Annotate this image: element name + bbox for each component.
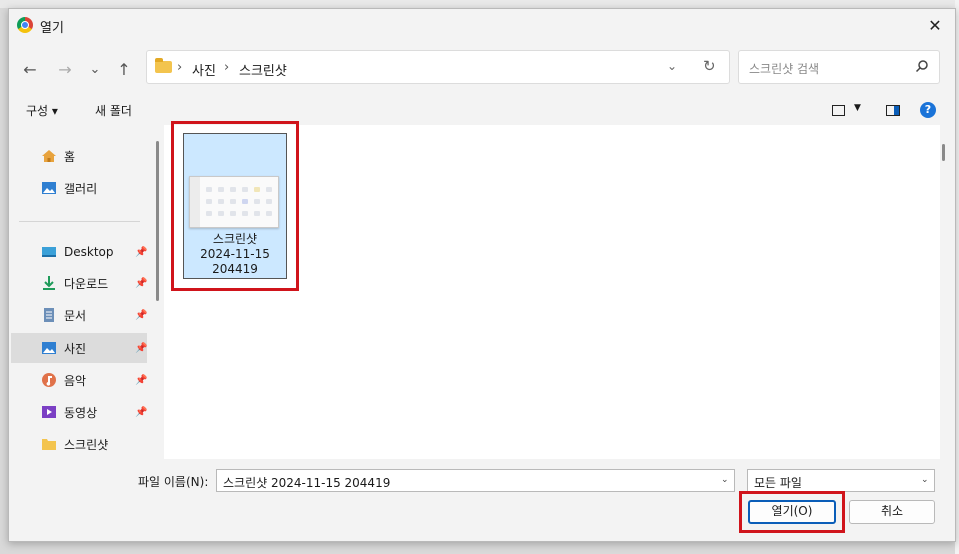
- new-folder-button[interactable]: 새 폴더: [95, 102, 132, 119]
- sidebar-item-gallery[interactable]: 갤러리: [11, 173, 147, 203]
- up-button[interactable]: ↑: [111, 57, 137, 81]
- sidebar-item-label: 문서: [64, 308, 87, 323]
- breadcrumb-pictures[interactable]: 사진: [192, 60, 216, 79]
- pin-icon: 📌: [135, 309, 148, 321]
- window-title: 열기: [40, 21, 64, 36]
- video-icon: [42, 406, 56, 418]
- sidebar-item-label: 스크린샷: [64, 437, 109, 452]
- close-button[interactable]: ✕: [915, 9, 955, 41]
- download-icon: [43, 276, 55, 290]
- search-icon: [915, 60, 928, 73]
- view-dropdown-icon[interactable]: ▼: [854, 103, 861, 113]
- folder-icon: [155, 58, 172, 73]
- search-input[interactable]: 스크린샷 검색: [738, 50, 940, 84]
- filename-dropdown-icon[interactable]: ⌄: [721, 475, 729, 485]
- navigation-pane: 홈 갤러리 Desktop 📌 다운로드 📌 문서 📌 사진 📌 음악 📌 동영…: [9, 125, 161, 459]
- sidebar-item-label: 사진: [64, 341, 87, 356]
- pin-icon: 📌: [135, 374, 148, 386]
- file-type-select[interactable]: 모든 파일: [747, 469, 935, 492]
- sidebar-item-screenshots[interactable]: 스크린샷: [11, 429, 147, 459]
- open-file-dialog: 열기 ✕ ← → ⌄ ↑ › 사진 › 스크린샷 ⌄ ↻ 스크린샷 검색 구성 …: [8, 8, 956, 542]
- breadcrumb-screenshots[interactable]: 스크린샷: [239, 60, 287, 79]
- cancel-button[interactable]: 취소: [849, 500, 935, 524]
- address-dropdown-icon[interactable]: ⌄: [667, 59, 677, 73]
- sidebar-item-pictures[interactable]: 사진 📌: [11, 333, 147, 363]
- sidebar-item-label: 홈: [64, 149, 76, 164]
- help-icon[interactable]: ?: [920, 102, 936, 118]
- search-placeholder: 스크린샷 검색: [749, 62, 820, 76]
- sidebar-item-label: 갤러리: [64, 181, 98, 196]
- breadcrumb-separator: ›: [177, 60, 183, 75]
- filename-input[interactable]: 스크린샷 2024-11-15 204419: [216, 469, 735, 492]
- filename-label: 파일 이름(N):: [138, 475, 209, 489]
- pin-icon: 📌: [135, 277, 148, 289]
- command-bar: 구성 ▾ 새 폴더 ▼ ?: [9, 95, 955, 125]
- folder-icon: [42, 439, 56, 450]
- breadcrumb-separator: ›: [224, 60, 230, 75]
- back-button[interactable]: ←: [17, 57, 43, 81]
- background-strip: [0, 0, 959, 8]
- sidebar-item-videos[interactable]: 동영상 📌: [11, 397, 147, 427]
- organize-button[interactable]: 구성 ▾: [26, 102, 58, 119]
- pin-icon: 📌: [135, 246, 148, 258]
- chrome-logo-icon: [17, 17, 33, 33]
- title-bar: 열기 ✕: [9, 9, 955, 41]
- pin-icon: 📌: [135, 342, 148, 354]
- pictures-icon: [42, 342, 56, 354]
- sidebar-scrollbar[interactable]: [156, 141, 159, 301]
- sidebar-item-downloads[interactable]: 다운로드 📌: [11, 268, 147, 298]
- sidebar-item-label: 음악: [64, 373, 87, 388]
- sidebar-divider: [19, 221, 140, 222]
- sidebar-item-label: Desktop: [64, 245, 114, 259]
- content-scrollbar[interactable]: [942, 144, 945, 161]
- home-icon: [42, 150, 56, 162]
- forward-button[interactable]: →: [52, 57, 78, 81]
- pin-icon: 📌: [135, 406, 148, 418]
- refresh-icon[interactable]: ↻: [703, 57, 716, 75]
- sidebar-item-desktop[interactable]: Desktop 📌: [11, 237, 147, 267]
- gallery-icon: [42, 182, 56, 194]
- preview-pane-icon[interactable]: [886, 105, 900, 116]
- desktop-icon: [42, 247, 56, 257]
- address-bar[interactable]: › 사진 › 스크린샷 ⌄ ↻: [146, 50, 730, 84]
- file-type-dropdown-icon[interactable]: ⌄: [921, 475, 929, 485]
- highlight-box-file: [171, 121, 299, 291]
- sidebar-item-music[interactable]: 음악 📌: [11, 365, 147, 395]
- highlight-box-open: [739, 491, 845, 533]
- music-icon: [42, 373, 56, 387]
- document-icon: [44, 308, 54, 322]
- sidebar-item-home[interactable]: 홈: [11, 141, 147, 171]
- sidebar-item-documents[interactable]: 문서 📌: [11, 300, 147, 330]
- sidebar-item-label: 다운로드: [64, 276, 109, 291]
- sidebar-item-label: 동영상: [64, 405, 98, 420]
- recent-locations-button[interactable]: ⌄: [82, 57, 108, 81]
- view-mode-icon[interactable]: [832, 105, 845, 116]
